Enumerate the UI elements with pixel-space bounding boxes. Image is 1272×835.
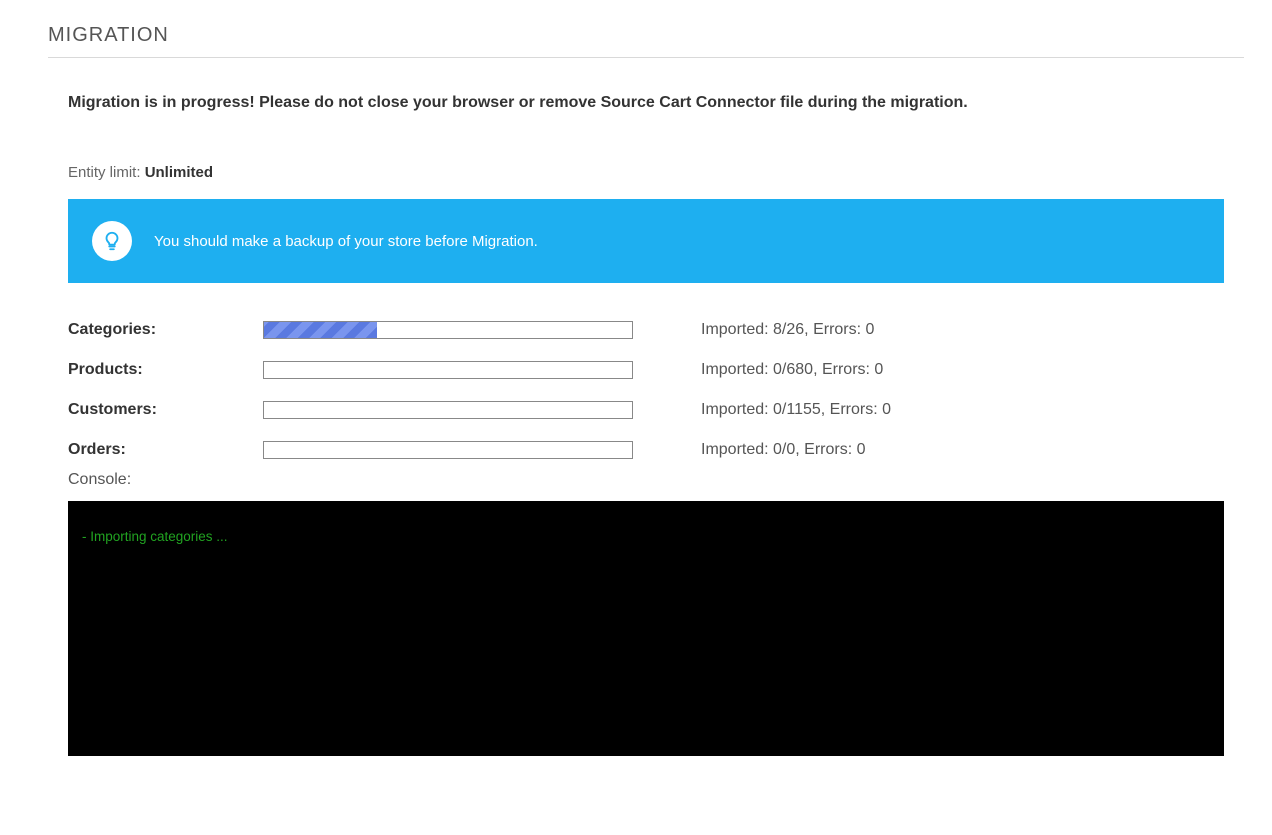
progress-bar-fill	[264, 322, 377, 338]
backup-notice-text: You should make a backup of your store b…	[154, 233, 538, 250]
progress-row: Categories: Imported: 8/26, Errors: 0	[68, 321, 1224, 339]
entity-limit: Entity limit: Unlimited	[68, 164, 1224, 181]
progress-bar	[263, 401, 633, 419]
progress-row-label: Products:	[68, 361, 233, 379]
progress-row-status: Imported: 0/1155, Errors: 0	[663, 401, 1224, 419]
migration-warning: Migration is in progress! Please do not …	[68, 94, 1224, 112]
entity-limit-label: Entity limit:	[68, 164, 141, 181]
entity-limit-value: Unlimited	[145, 164, 213, 181]
page-title: MIGRATION	[48, 24, 1244, 58]
content-area: Migration is in progress! Please do not …	[48, 94, 1244, 756]
progress-row-status: Imported: 8/26, Errors: 0	[663, 321, 1224, 339]
console-output[interactable]: - Importing categories ...	[68, 501, 1224, 756]
progress-bar	[263, 321, 633, 339]
progress-table: Categories: Imported: 8/26, Errors: 0 Prod…	[68, 321, 1224, 459]
progress-row-label: Categories:	[68, 321, 233, 339]
migration-page: MIGRATION Migration is in progress! Plea…	[0, 0, 1272, 756]
console-label: Console:	[68, 471, 1224, 489]
progress-row: Customers: Imported: 0/1155, Errors: 0	[68, 401, 1224, 419]
progress-row-status: Imported: 0/0, Errors: 0	[663, 441, 1224, 459]
progress-row-label: Customers:	[68, 401, 233, 419]
console-line: - Importing categories ...	[82, 529, 1210, 544]
progress-row: Orders: Imported: 0/0, Errors: 0	[68, 441, 1224, 459]
progress-bar	[263, 361, 633, 379]
progress-row: Products: Imported: 0/680, Errors: 0	[68, 361, 1224, 379]
progress-bar	[263, 441, 633, 459]
progress-row-label: Orders:	[68, 441, 233, 459]
lightbulb-icon	[92, 221, 132, 261]
progress-row-status: Imported: 0/680, Errors: 0	[663, 361, 1224, 379]
backup-notice: You should make a backup of your store b…	[68, 199, 1224, 283]
